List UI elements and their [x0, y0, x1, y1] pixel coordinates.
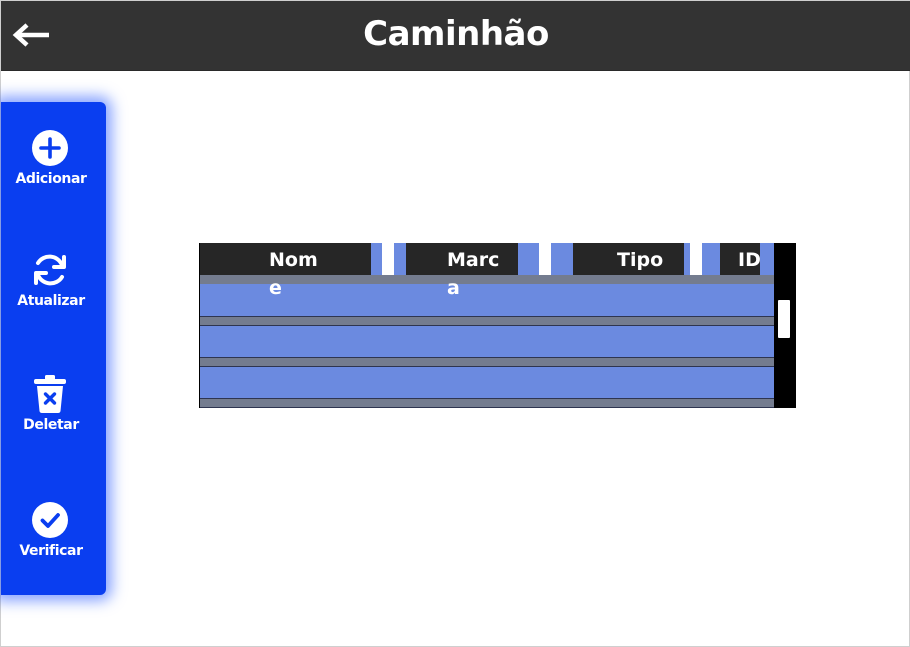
scrollbar-thumb[interactable] — [778, 300, 790, 338]
plus-circle-icon — [30, 128, 70, 168]
verify-label: Verificar — [19, 543, 83, 559]
column-header-overflow: e — [269, 277, 282, 299]
refresh-icon — [30, 250, 70, 290]
column-divider[interactable] — [382, 243, 394, 275]
row-separator — [200, 398, 774, 408]
header-separator — [200, 275, 774, 284]
arrow-left-icon — [12, 23, 49, 47]
add-button[interactable]: Adicionar — [1, 128, 101, 220]
vertical-scrollbar[interactable] — [775, 243, 796, 408]
app-window: Caminhão Adicionar Atualizar Deletar Ver… — [0, 0, 910, 647]
table-row[interactable] — [200, 326, 774, 357]
trucks-table: Nom Marc Tipo ID e a — [199, 243, 796, 408]
column-header-marca[interactable]: Marc — [406, 243, 518, 275]
delete-label: Deletar — [23, 417, 79, 433]
table-body: Nom Marc Tipo ID e a — [200, 243, 774, 408]
column-header-label: Tipo — [617, 249, 664, 271]
refresh-button[interactable]: Atualizar — [1, 250, 101, 342]
column-header-tipo[interactable]: Tipo — [573, 243, 684, 275]
table-row[interactable] — [200, 284, 774, 316]
column-header-id[interactable]: ID — [720, 243, 761, 275]
column-header-label: Marc — [447, 249, 500, 271]
sidebar: Adicionar Atualizar Deletar Verificar — [1, 102, 106, 595]
verify-button[interactable]: Verificar — [1, 500, 101, 592]
page-title: Caminhão — [363, 14, 549, 54]
column-header-label: ID — [738, 249, 761, 271]
column-header-label: Nom — [269, 249, 318, 271]
table-row[interactable] — [200, 367, 774, 398]
column-header-nome[interactable]: Nom — [200, 243, 371, 275]
add-label: Adicionar — [15, 171, 87, 187]
trash-icon — [30, 374, 70, 414]
back-button[interactable] — [9, 15, 53, 55]
row-separator — [200, 357, 774, 367]
top-bar: Caminhão — [1, 1, 910, 71]
column-divider[interactable] — [539, 243, 551, 275]
refresh-label: Atualizar — [17, 293, 85, 309]
row-separator — [200, 316, 774, 326]
column-header-overflow: a — [447, 277, 460, 299]
check-circle-icon — [30, 500, 70, 540]
column-divider[interactable] — [690, 243, 702, 275]
delete-button[interactable]: Deletar — [1, 374, 101, 466]
